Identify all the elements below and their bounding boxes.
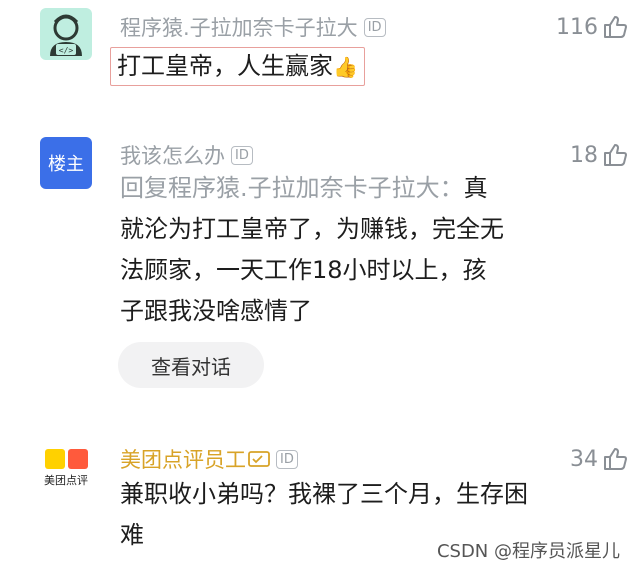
id-badge: ID	[276, 449, 298, 469]
reply-prefix[interactable]: 回复程序猿.子拉加奈卡子拉大：	[120, 174, 464, 202]
coder-avatar-icon: </>	[50, 14, 82, 56]
like-count: 18	[570, 142, 598, 168]
author-name[interactable]: 程序猿.子拉加奈卡子拉大	[120, 12, 358, 42]
thumbs-up-icon	[604, 16, 627, 38]
host-avatar[interactable]: 楼主	[40, 137, 92, 189]
like-button[interactable]: 18	[570, 142, 628, 168]
author-row: 美团点评员工 ID	[120, 444, 298, 474]
like-button[interactable]: 116	[556, 14, 628, 40]
comment-1: </> 程序猿.子拉加奈卡子拉大 ID 116 打工皇帝，人生赢家👍	[0, 0, 640, 110]
author-row: 程序猿.子拉加奈卡子拉大 ID	[120, 12, 386, 42]
reply-text: 回复程序猿.子拉加奈卡子拉大：真就沦为打工皇帝了，为赚钱，完全无法顾家，一天工作…	[120, 168, 510, 332]
host-badge-label: 楼主	[48, 154, 84, 175]
meituan-avatar-label: 美团点评	[44, 473, 88, 487]
verified-employee-icon	[248, 451, 270, 467]
comment-text: 打工皇帝，人生赢家	[117, 52, 333, 80]
meituan-logo-icon	[44, 448, 88, 469]
like-button[interactable]: 34	[570, 446, 628, 472]
author-name[interactable]: 美团点评员工	[120, 444, 246, 474]
id-badge: ID	[363, 17, 386, 37]
comment-2: 楼主 我该怎么办 ID 18 回复程序猿.子拉加奈卡子拉大：真就沦为打工皇帝了，…	[0, 120, 640, 410]
thumbs-up-icon	[604, 144, 627, 166]
like-count: 116	[556, 14, 598, 40]
svg-text:</>: </>	[59, 46, 74, 55]
thumbs-up-icon	[604, 448, 627, 470]
csdn-watermark: CSDN @程序员派星儿	[432, 537, 624, 563]
meituan-avatar[interactable]: 美团点评	[40, 442, 92, 494]
thumbs-up-emoji: 👍	[333, 55, 358, 79]
like-count: 34	[570, 446, 598, 472]
author-row: 我该怎么办 ID	[120, 140, 253, 170]
author-name[interactable]: 我该怎么办	[120, 140, 225, 170]
id-badge: ID	[231, 145, 253, 165]
view-dialog-button[interactable]: 查看对话	[118, 342, 264, 388]
user-avatar[interactable]: </>	[40, 8, 92, 60]
highlighted-comment-text: 打工皇帝，人生赢家👍	[110, 47, 365, 86]
